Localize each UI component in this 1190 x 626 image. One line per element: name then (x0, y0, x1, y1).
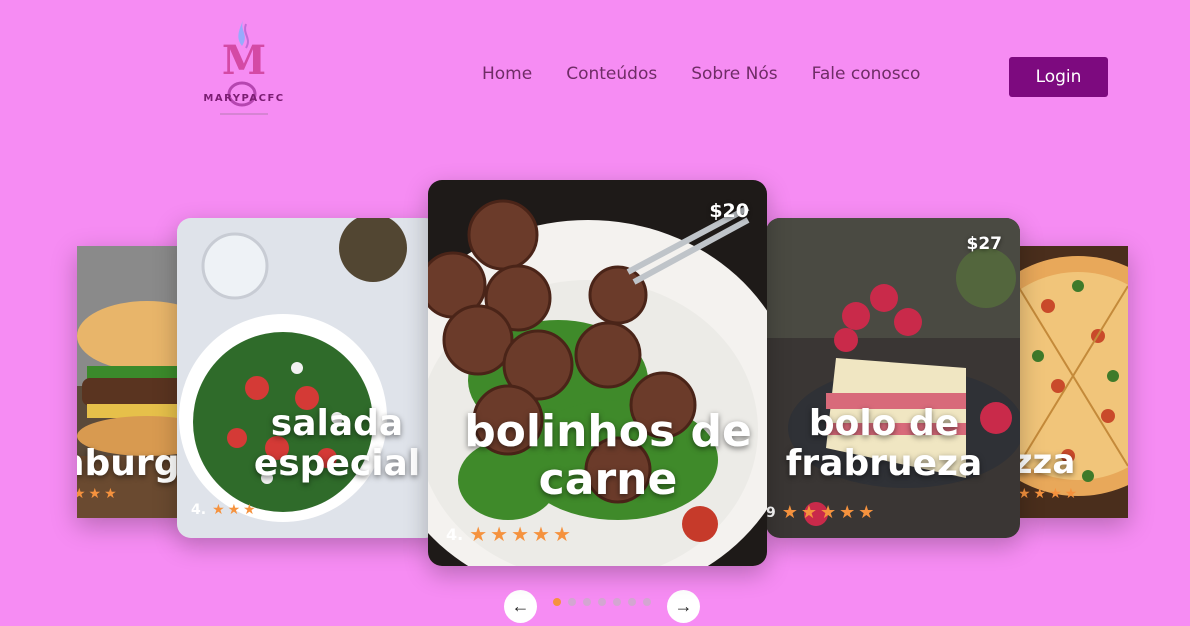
slide-title: salada especial (217, 404, 439, 483)
rating-value: 9 (766, 504, 776, 521)
slide-title: zza (1018, 442, 1076, 482)
slide-rating: 4. ★★★ (191, 502, 259, 518)
carousel-pagination (553, 598, 651, 606)
slide-title-line2: carne (538, 454, 678, 506)
salad-image (177, 218, 439, 538)
slide-rating: 4. ★★★★★ (446, 522, 574, 546)
slide-title: bolinhos de carne (458, 406, 758, 506)
cake-image (766, 218, 1020, 538)
slide-title-line2: frabrueza (785, 442, 983, 484)
slide-title-line1: bolinhos de (464, 406, 752, 457)
rating-stars-icon: ★★★★★ (469, 522, 574, 546)
slide-pizza[interactable]: zza ★★★★ (1018, 246, 1128, 518)
slide-rating: ★★★★ (1018, 486, 1080, 502)
nav-fale-conosco[interactable]: Fale conosco (812, 64, 921, 84)
logo-m: M (222, 37, 266, 84)
nav-conteudos[interactable]: Conteúdos (566, 64, 657, 84)
rating-stars-icon: ★★★ (77, 486, 120, 502)
meatballs-image (428, 180, 767, 566)
slide-price: $27 (966, 234, 1003, 254)
pagination-dot[interactable] (643, 598, 651, 606)
slide-price: $20 (709, 200, 749, 222)
pagination-dot[interactable] (598, 598, 606, 606)
slide-title-line2: especial (253, 442, 421, 484)
pagination-dot[interactable] (583, 598, 591, 606)
slide-title: bolo de frabrueza (766, 404, 1016, 483)
rating-stars-icon: ★★★★ (1018, 486, 1081, 502)
slide-bolo-de-frabrueza[interactable]: $27 bolo de frabrueza 9 ★★★★★ (766, 218, 1020, 538)
slide-salada-especial[interactable]: salada especial 4. ★★★ (177, 218, 439, 538)
pagination-dot[interactable] (568, 598, 576, 606)
slide-burger[interactable]: nburgu ★★★ (77, 246, 187, 518)
arrow-left-icon: ← (511, 596, 530, 616)
main-nav: Home Conteúdos Sobre Nós Fale conosco (482, 64, 920, 84)
nav-home[interactable]: Home (482, 64, 532, 84)
brand-logo[interactable]: M MARYPACFC (198, 16, 290, 120)
next-slide-button[interactable]: → (667, 590, 700, 623)
rating-stars-icon: ★★★ (212, 502, 259, 518)
arrow-right-icon: → (674, 596, 693, 616)
prev-slide-button[interactable]: ← (504, 590, 537, 623)
rating-stars-icon: ★★★★★ (781, 502, 878, 523)
rating-value: 4. (191, 502, 207, 518)
pagination-dot[interactable] (628, 598, 636, 606)
slide-title-line1: bolo de (808, 403, 960, 444)
slide-bolinhos-de-carne[interactable]: $20 bolinhos de carne 4. ★★★★★ (428, 180, 767, 566)
pagination-dot[interactable] (613, 598, 621, 606)
logo-flame-icon: M (220, 18, 268, 115)
login-button[interactable]: Login (1009, 57, 1108, 97)
rating-value: 4. (446, 524, 464, 544)
slide-title-line1: salada (270, 403, 404, 444)
slide-rating: 9 ★★★★★ (766, 502, 877, 523)
slide-title: nburgu (77, 443, 187, 484)
slide-rating: ★★★ (77, 486, 120, 502)
logo-text: MARYPACFC (203, 93, 285, 104)
pagination-dot[interactable] (553, 598, 561, 606)
nav-sobre-nos[interactable]: Sobre Nós (691, 64, 777, 84)
